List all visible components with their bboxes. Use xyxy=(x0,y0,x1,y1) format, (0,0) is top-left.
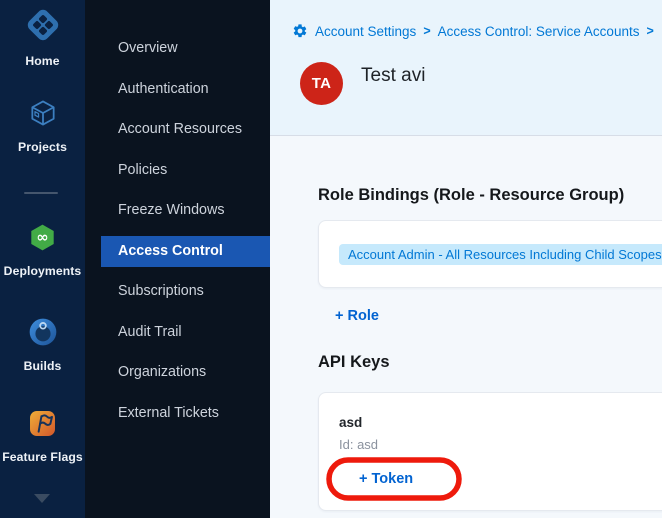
service-account-identity: TA Test avi xyxy=(300,62,425,105)
settings-nav-item-freeze-windows[interactable]: Freeze Windows xyxy=(101,195,270,226)
breadcrumb-separator: > xyxy=(423,24,430,38)
settings-sidebar: Overview Authentication Account Resource… xyxy=(85,0,270,518)
cube-icon xyxy=(27,97,59,134)
role-bindings-card: Account Admin - All Resources Including … xyxy=(318,220,662,288)
settings-nav-item-authentication[interactable]: Authentication xyxy=(101,74,270,105)
nav-deployments[interactable]: ∞ Deployments xyxy=(0,222,85,278)
api-key-card: asd Id: asd + Token xyxy=(318,392,662,511)
settings-nav-item-subscriptions[interactable]: Subscriptions xyxy=(101,276,270,307)
settings-nav-item-access-control[interactable]: Access Control xyxy=(101,236,270,267)
breadcrumb: Account Settings > Access Control: Servi… xyxy=(292,23,654,39)
nav-home-label: Home xyxy=(25,55,59,68)
nav-feature-flags[interactable]: Feature Flags xyxy=(0,408,85,464)
settings-nav-item-policies[interactable]: Policies xyxy=(101,155,270,186)
api-key-name: asd xyxy=(339,415,362,430)
primary-sidebar: Home Projects ∞ Deployments xyxy=(0,0,85,518)
api-keys-heading: API Keys xyxy=(318,353,390,372)
page-header: Account Settings > Access Control: Servi… xyxy=(270,0,662,136)
role-bindings-heading: Role Bindings (Role - Resource Group) xyxy=(318,186,624,205)
breadcrumb-service-accounts[interactable]: Access Control: Service Accounts xyxy=(438,24,640,39)
add-token-button[interactable]: + Token xyxy=(359,471,413,487)
role-chip-row: Account Admin - All Resources Including … xyxy=(339,244,662,265)
chevron-down-icon[interactable] xyxy=(34,494,50,503)
app-window: Home Projects ∞ Deployments xyxy=(0,0,662,518)
settings-nav-item-audit-trail[interactable]: Audit Trail xyxy=(101,317,270,348)
nav-deployments-label: Deployments xyxy=(4,265,82,278)
deployments-hexagon-icon: ∞ xyxy=(27,222,58,258)
settings-nav-item-overview[interactable]: Overview xyxy=(101,33,270,64)
builds-icon xyxy=(27,316,59,353)
breadcrumb-account-settings[interactable]: Account Settings xyxy=(315,24,416,39)
nav-builds[interactable]: Builds xyxy=(0,316,85,373)
settings-nav-item-external-tickets[interactable]: External Tickets xyxy=(101,398,270,429)
feature-flag-icon xyxy=(27,408,58,444)
api-key-id: Id: asd xyxy=(339,437,378,452)
role-binding-chip[interactable]: Account Admin - All Resources Including … xyxy=(339,244,662,265)
page-title: Test avi xyxy=(361,65,425,87)
breadcrumb-separator: > xyxy=(646,24,653,38)
harness-logo-icon xyxy=(25,7,61,48)
avatar: TA xyxy=(300,62,343,105)
nav-home[interactable]: Home xyxy=(0,7,85,68)
nav-builds-label: Builds xyxy=(24,360,62,373)
gear-icon xyxy=(292,23,308,39)
main-content: Account Settings > Access Control: Servi… xyxy=(270,0,662,518)
svg-text:∞: ∞ xyxy=(36,229,48,246)
add-role-button[interactable]: + Role xyxy=(335,308,379,324)
settings-nav-item-organizations[interactable]: Organizations xyxy=(101,357,270,388)
sidebar-divider xyxy=(24,192,58,194)
nav-feature-flags-label: Feature Flags xyxy=(2,451,83,464)
settings-nav-item-account-resources[interactable]: Account Resources xyxy=(101,114,270,145)
nav-projects[interactable]: Projects xyxy=(0,97,85,154)
nav-projects-label: Projects xyxy=(18,141,67,154)
